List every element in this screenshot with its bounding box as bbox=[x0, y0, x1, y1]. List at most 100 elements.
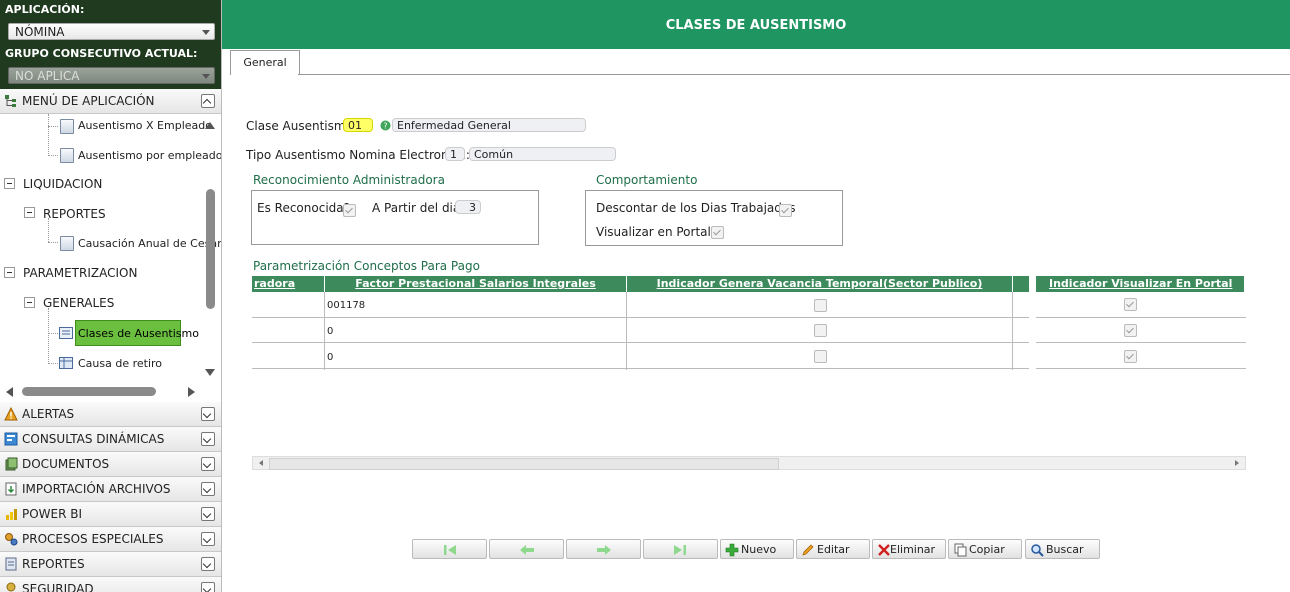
clase-ausentismo-label: Clase Ausentismo: bbox=[246, 119, 357, 133]
collapse-node-icon[interactable] bbox=[24, 207, 35, 218]
descontar-checkbox[interactable] bbox=[779, 204, 792, 217]
vacancia-checkbox[interactable] bbox=[814, 324, 827, 337]
portal-checkbox[interactable] bbox=[1124, 298, 1137, 311]
tree-item-ausentismo-por-empleado[interactable]: Ausentismo por empleado bbox=[78, 149, 221, 162]
reconocimiento-group-title: Reconocimiento Administradora bbox=[253, 173, 445, 187]
menu-panel-header[interactable]: MENÚ DE APLICACIÓN bbox=[0, 89, 221, 114]
grid-header-vacancia[interactable]: Indicador Genera Vacancia Temporal(Secto… bbox=[627, 276, 1012, 292]
scroll-left-icon[interactable] bbox=[4, 386, 14, 398]
nuevo-button[interactable]: Nuevo bbox=[720, 539, 794, 559]
visualizar-portal-checkbox[interactable] bbox=[711, 226, 724, 239]
table-row[interactable] bbox=[252, 318, 1029, 343]
scroll-right-icon[interactable] bbox=[187, 386, 197, 398]
app-select[interactable]: NÓMINA bbox=[8, 23, 215, 40]
previous-record-button[interactable] bbox=[489, 539, 564, 559]
tree-folder-liquidacion[interactable]: LIQUIDACION bbox=[23, 177, 102, 191]
group-select-value: NO APLICA bbox=[15, 69, 80, 83]
tree-folder-reportes[interactable]: REPORTES bbox=[43, 207, 106, 221]
panel-reportes[interactable]: REPORTES bbox=[0, 552, 221, 577]
editar-label: Editar bbox=[817, 543, 850, 556]
panel-seguridad[interactable]: SEGURIDAD bbox=[0, 577, 221, 592]
panel-procesos-especiales[interactable]: PROCESOS ESPECIALES bbox=[0, 527, 221, 552]
grid-header-blank bbox=[1013, 276, 1029, 292]
collapse-node-icon[interactable] bbox=[4, 178, 15, 189]
sidebar: APLICACIÓN: NÓMINA GRUPO CONSECUTIVO ACT… bbox=[0, 0, 222, 592]
panel-consultas-dinamicas[interactable]: CONSULTAS DINÁMICAS bbox=[0, 427, 221, 452]
table-row[interactable] bbox=[1036, 344, 1246, 369]
arrow-right-icon bbox=[597, 545, 611, 555]
expand-icon[interactable] bbox=[201, 507, 215, 521]
expand-icon[interactable] bbox=[201, 532, 215, 546]
security-icon bbox=[6, 582, 16, 592]
expand-icon[interactable] bbox=[201, 432, 215, 446]
collapse-node-icon[interactable] bbox=[4, 267, 15, 278]
grid-scrollbar-thumb[interactable] bbox=[269, 458, 779, 470]
panel-title: CONSULTAS DINÁMICAS bbox=[22, 432, 165, 446]
horizontal-scrollbar-thumb[interactable] bbox=[22, 387, 156, 396]
expand-icon[interactable] bbox=[201, 557, 215, 571]
expand-icon[interactable] bbox=[201, 457, 215, 471]
tree-folder-parametrizacion[interactable]: PARAMETRIZACION bbox=[23, 266, 137, 280]
first-record-button[interactable] bbox=[412, 539, 487, 559]
next-record-button[interactable] bbox=[566, 539, 641, 559]
grid-horizontal-scrollbar[interactable] bbox=[252, 456, 1246, 470]
last-record-button[interactable] bbox=[643, 539, 718, 559]
clase-ausentismo-code-input[interactable]: 01 bbox=[343, 118, 373, 132]
panel-documentos[interactable]: DOCUMENTOS bbox=[0, 452, 221, 477]
import-icon bbox=[5, 482, 17, 496]
tree-item-ausentismo-x-empleado[interactable]: Ausentismo X Empleado bbox=[78, 119, 212, 132]
app-select-value: NÓMINA bbox=[15, 25, 65, 39]
vertical-scrollbar-thumb[interactable] bbox=[206, 189, 215, 309]
tree-folder-generales[interactable]: GENERALES bbox=[43, 296, 114, 310]
expand-icon[interactable] bbox=[201, 407, 215, 421]
grid-header-administradora[interactable]: radora bbox=[252, 276, 324, 292]
table-row[interactable] bbox=[1036, 293, 1246, 318]
expand-icon[interactable] bbox=[201, 482, 215, 496]
eliminar-label: Eliminar bbox=[890, 543, 936, 556]
chevron-down-icon bbox=[202, 30, 210, 35]
table-icon bbox=[59, 357, 73, 369]
tree-item-causacion-anual[interactable]: Causación Anual de Cesan bbox=[78, 237, 221, 250]
grid-header-portal[interactable]: Indicador Visualizar En Portal bbox=[1036, 276, 1244, 292]
tab-general[interactable]: General bbox=[230, 50, 300, 75]
report-icon bbox=[60, 148, 74, 163]
portal-checkbox[interactable] bbox=[1124, 350, 1137, 363]
lookup-icon[interactable]: ? bbox=[380, 120, 391, 131]
visualizar-portal-label: Visualizar en Portal? bbox=[596, 225, 718, 239]
vacancia-checkbox[interactable] bbox=[814, 350, 827, 363]
panel-power-bi[interactable]: POWER BI bbox=[0, 502, 221, 527]
scroll-down-icon[interactable] bbox=[204, 368, 216, 378]
panel-alertas[interactable]: ALERTAS bbox=[0, 402, 221, 427]
collapse-node-icon[interactable] bbox=[24, 297, 35, 308]
vacancia-checkbox[interactable] bbox=[814, 299, 827, 312]
table-row[interactable] bbox=[1036, 318, 1246, 343]
page-title: CLASES DE AUSENTISMO bbox=[665, 18, 847, 33]
tree-item-causa-de-retiro[interactable]: Causa de retiro bbox=[78, 357, 162, 370]
table-row[interactable] bbox=[252, 293, 1029, 318]
portal-checkbox[interactable] bbox=[1124, 324, 1137, 337]
scroll-left-icon[interactable] bbox=[257, 459, 265, 467]
copiar-button[interactable]: Copiar bbox=[948, 539, 1022, 559]
expand-icon[interactable] bbox=[201, 582, 215, 592]
nuevo-label: Nuevo bbox=[741, 543, 777, 556]
buscar-button[interactable]: Buscar bbox=[1025, 539, 1100, 559]
panel-importacion-archivos[interactable]: IMPORTACIÓN ARCHIVOS bbox=[0, 477, 221, 502]
search-icon bbox=[1031, 544, 1044, 557]
report-icon bbox=[60, 119, 74, 134]
grid-header-factor[interactable]: Factor Prestacional Salarios Integrales bbox=[325, 276, 626, 292]
es-reconocida-checkbox[interactable] bbox=[343, 204, 356, 217]
page-banner: CLASES DE AUSENTISMO bbox=[222, 0, 1290, 49]
copy-icon bbox=[954, 543, 967, 557]
last-icon bbox=[674, 545, 686, 555]
query-icon bbox=[4, 432, 18, 446]
scroll-up-icon[interactable] bbox=[204, 120, 216, 130]
table-row[interactable] bbox=[252, 344, 1029, 369]
menu-panel-title: MENÚ DE APLICACIÓN bbox=[22, 94, 155, 108]
scroll-right-icon[interactable] bbox=[1233, 459, 1241, 467]
tree-item-clases-de-ausentismo[interactable]: Clases de Ausentismo bbox=[75, 320, 199, 346]
eliminar-button[interactable]: Eliminar bbox=[872, 539, 946, 559]
collapse-icon[interactable] bbox=[201, 94, 215, 108]
form-icon bbox=[59, 327, 73, 339]
arrow-left-icon bbox=[520, 545, 534, 555]
editar-button[interactable]: Editar bbox=[796, 539, 870, 559]
